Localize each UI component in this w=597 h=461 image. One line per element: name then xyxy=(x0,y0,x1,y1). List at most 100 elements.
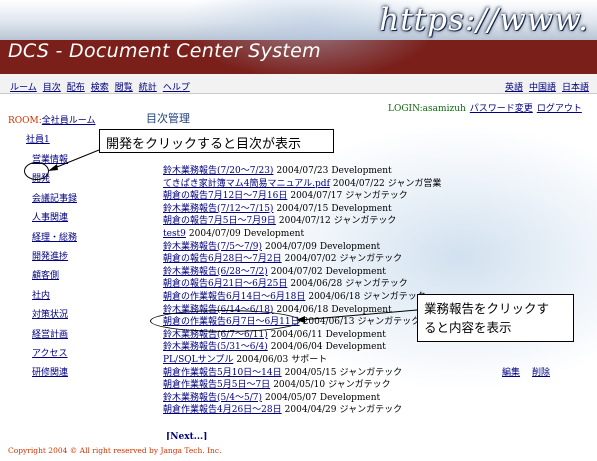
document-date: 2004/06/28 xyxy=(290,279,343,290)
footer: Copyright 2004 © All right reserved by J… xyxy=(0,440,597,461)
lang-chinese[interactable]: 中国語 xyxy=(529,80,556,93)
document-date: 2004/05/15 xyxy=(284,367,337,378)
document-owner: ジャンガテック xyxy=(333,216,397,227)
nav-stats[interactable]: 統計 xyxy=(139,80,157,93)
lang-japanese[interactable]: 日本語 xyxy=(562,80,589,93)
header-banner: https://www. DCS - Document Center Syste… xyxy=(0,0,597,74)
document-link[interactable]: test9 xyxy=(163,229,186,239)
room-label: ROOM: xyxy=(8,116,42,126)
header-url-graphic: https://www. xyxy=(379,2,589,38)
document-link[interactable]: 鈴木業務報告(7/5～7/9) xyxy=(163,242,262,252)
document-link[interactable]: PL/SQLサンプル xyxy=(163,355,233,365)
login-user: LOGIN:asamizuh xyxy=(388,104,466,114)
folder-business-plan[interactable]: 経営計画 xyxy=(32,327,77,346)
room-link[interactable]: 全社員ルーム xyxy=(42,116,96,126)
nav-distribute[interactable]: 配布 xyxy=(67,80,85,93)
document-owner: Development xyxy=(331,203,392,214)
document-owner: ジャンガテック xyxy=(339,254,403,265)
page-title: 目次管理 xyxy=(146,112,190,125)
document-owner: Development xyxy=(325,329,386,340)
document-date: 2004/04/29 xyxy=(284,405,337,416)
document-row: 朝倉の報告7月12日～7月16日 2004/07/17 ジャンガテック xyxy=(163,190,441,203)
document-row: てきぱき家計簿マム4簡易マニュアル.pdf 2004/07/22 ジャンガ営業 xyxy=(163,178,441,191)
folder-internal[interactable]: 社内 xyxy=(32,288,77,307)
document-owner: Development xyxy=(319,392,381,403)
folder-meeting-records[interactable]: 会議記事録 xyxy=(32,191,77,210)
edit-link[interactable]: 編集 xyxy=(502,365,520,378)
highlight-ellipse xyxy=(150,310,300,332)
folder-training[interactable]: 研修関連 xyxy=(32,365,77,384)
document-owner: Development xyxy=(319,241,381,252)
document-owner: ジャンガテック xyxy=(345,279,408,290)
document-owner: ジャンガ営業 xyxy=(387,178,442,189)
document-date: 2004/06/13 xyxy=(302,317,355,328)
folder-hr[interactable]: 人事関連 xyxy=(32,210,77,229)
document-link[interactable]: 朝倉の報告7月12日～7月16日 xyxy=(163,191,287,201)
document-date: 2004/05/07 xyxy=(265,392,317,403)
document-link[interactable]: 朝倉作業報告5月5日～7日 xyxy=(163,380,270,390)
document-row: 鈴木業務報告(6/28～7/2) 2004/07/02 Development xyxy=(163,266,441,279)
document-row: 鈴木業務報告(5/4～5/7) 2004/05/07 Development xyxy=(163,392,441,405)
change-password-link[interactable]: パスワード変更 xyxy=(470,104,533,114)
document-row: 鈴木業務報告(5/31～6/4) 2004/06/04 Development xyxy=(163,341,441,354)
document-owner: Development xyxy=(325,266,386,277)
document-row: 朝倉作業報告5月5日～7日 2004/05/10 ジャンガテック xyxy=(163,379,441,392)
document-date: 2004/07/09 xyxy=(188,228,241,239)
nav-browse[interactable]: 閲覧 xyxy=(115,80,133,93)
document-owner: ジャンガテック xyxy=(339,367,403,378)
document-owner: Development xyxy=(331,166,392,176)
folder-access[interactable]: アクセス xyxy=(32,346,77,365)
nav-search[interactable]: 検索 xyxy=(91,80,109,93)
folder-accounting[interactable]: 経理・総務 xyxy=(32,230,77,249)
document-owner: Development xyxy=(243,228,305,239)
lang-english[interactable]: 英語 xyxy=(505,80,523,93)
document-date: 2004/06/18 xyxy=(276,304,329,315)
app-title: DCS - Document Center System xyxy=(8,40,321,62)
document-link[interactable]: 鈴木業務報告(5/4～5/7) xyxy=(163,393,262,403)
document-link[interactable]: 朝倉作業報告5月10日～14日 xyxy=(163,368,282,378)
folder-customer[interactable]: 顧客側 xyxy=(32,268,77,287)
document-date: 2004/06/11 xyxy=(270,329,323,340)
document-link[interactable]: 朝倉の作業報告6月14日～6月18日 xyxy=(163,292,305,302)
document-owner: ジャンガテック xyxy=(357,317,421,328)
document-owner: ジャンガテック xyxy=(328,380,391,391)
document-row: 鈴木業務報告(7/5～7/9) 2004/07/09 Development xyxy=(163,241,441,254)
document-row: 朝倉の報告6月28日～7月2日 2004/07/02 ジャンガテック xyxy=(163,253,441,266)
document-owner: Development xyxy=(331,304,392,315)
nav-contents[interactable]: 目次 xyxy=(43,80,61,93)
language-menu: 英語 中国語 日本語 xyxy=(505,80,589,93)
folder-countermeasures[interactable]: 対策状況 xyxy=(32,307,77,326)
document-row: PL/SQLサンプル 2004/06/03 サポート xyxy=(163,354,441,367)
highlight-circle xyxy=(24,162,49,180)
nav-room[interactable]: ルーム xyxy=(10,80,37,93)
document-date: 2004/07/09 xyxy=(265,241,317,252)
document-link[interactable]: 鈴木業務報告(5/31～6/4) xyxy=(163,342,268,352)
document-link[interactable]: 鈴木業務報告(7/12～7/15) xyxy=(163,204,273,214)
document-link[interactable]: 朝倉作業報告4月26日～28日 xyxy=(163,405,282,415)
document-row: 朝倉の報告6月21日～6月25日 2004/06/28 ジャンガテック xyxy=(163,278,441,291)
document-owner: サポート xyxy=(291,354,328,365)
document-date: 2004/07/23 xyxy=(276,166,329,176)
login-bar: LOGIN:asamizuh パスワード変更 ログアウト xyxy=(388,101,582,114)
delete-link[interactable]: 削除 xyxy=(532,365,550,378)
document-list: 鈴木業務報告(7/20～7/23) 2004/07/23 Development て… xyxy=(163,165,441,417)
document-row: 朝倉作業報告5月10日～14日 2004/05/15 ジャンガテック xyxy=(163,367,441,380)
user-node[interactable]: 社員1 xyxy=(26,132,50,145)
logout-link[interactable]: ログアウト xyxy=(537,104,582,114)
top-nav: ルーム 目次 配布 検索 閲覧 統計 ヘルプ 英語 中国語 日本語 xyxy=(0,74,597,94)
nav-help[interactable]: ヘルプ xyxy=(163,80,190,93)
document-link[interactable]: 朝倉の報告7月5日～7月9日 xyxy=(163,216,276,226)
document-link[interactable]: 鈴木業務報告(6/28～7/2) xyxy=(163,267,268,277)
document-date: 2004/06/03 xyxy=(236,354,289,365)
document-date: 2004/07/12 xyxy=(278,216,331,227)
document-link[interactable]: てきぱき家計簿マム4簡易マニュアル.pdf xyxy=(163,179,330,189)
document-row: 朝倉の報告7月5日～7月9日 2004/07/12 ジャンガテック xyxy=(163,215,441,228)
callout-open-report: 業務報告をクリックす ると内容を表示 xyxy=(417,294,574,342)
document-date: 2004/07/02 xyxy=(284,254,337,265)
row-actions: 編集 削除 xyxy=(502,365,550,378)
document-link[interactable]: 鈴木業務報告(7/20～7/23) xyxy=(163,166,273,176)
document-row: 朝倉の作業報告6月14日～6月18日 2004/06/18 ジャンガテック xyxy=(163,291,441,304)
document-link[interactable]: 朝倉の報告6月28日～7月2日 xyxy=(163,254,282,264)
document-link[interactable]: 朝倉の報告6月21日～6月25日 xyxy=(163,279,287,289)
folder-dev-progress[interactable]: 開発進捗 xyxy=(32,249,77,268)
